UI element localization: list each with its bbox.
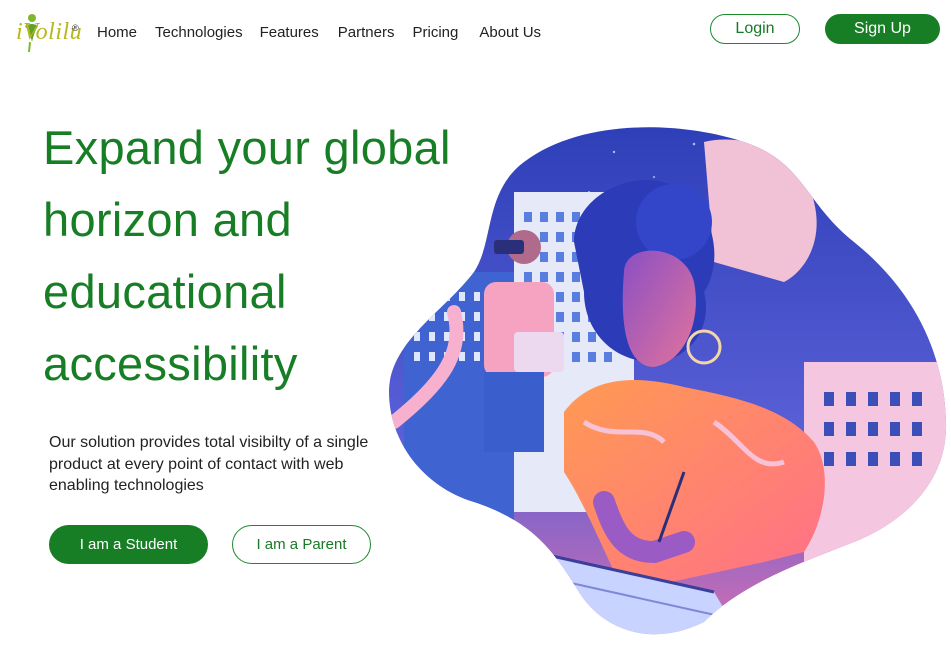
nav-features[interactable]: Features	[260, 24, 319, 42]
nav-about-us[interactable]: About Us	[479, 24, 541, 42]
nav-home[interactable]: Home	[97, 24, 137, 42]
nav-partners[interactable]: Partners	[338, 24, 395, 42]
registered-mark: ®	[72, 23, 79, 33]
nav-technologies[interactable]: Technologies	[155, 24, 243, 42]
student-studying-illustration	[389, 127, 947, 635]
login-button[interactable]: Login	[710, 14, 800, 44]
nav-pricing[interactable]: Pricing	[412, 24, 458, 42]
sign-up-button[interactable]: Sign Up	[825, 14, 940, 44]
parent-button[interactable]: I am a Parent	[232, 525, 371, 564]
main-nav: Home Technologies Features Partners Pric…	[97, 24, 541, 42]
hero-subtext: Our solution provides total visibilty of…	[49, 434, 369, 494]
student-button[interactable]: I am a Student	[49, 525, 208, 564]
